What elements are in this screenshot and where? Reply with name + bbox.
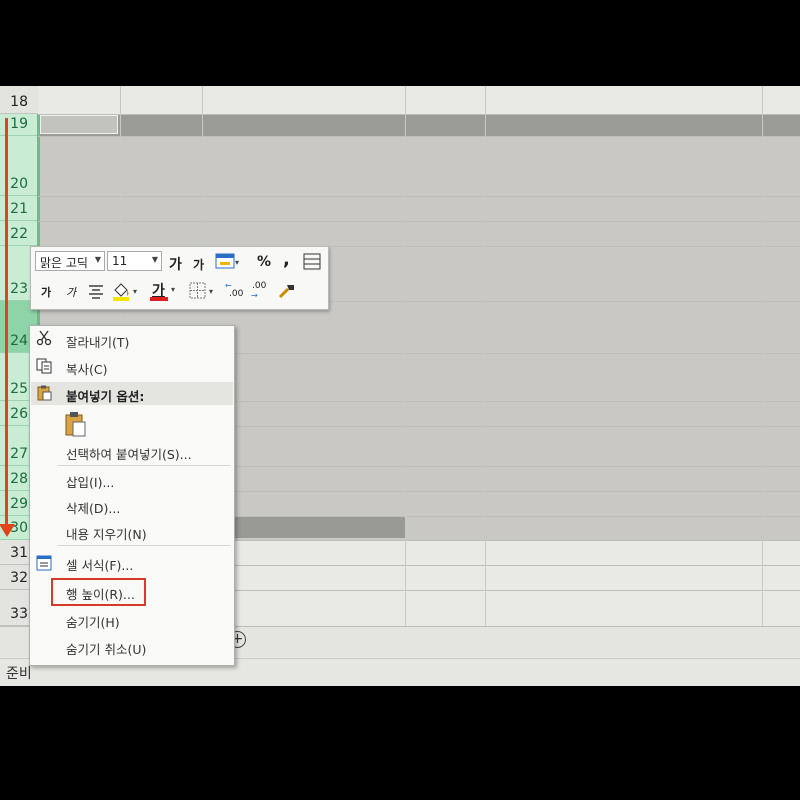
menu-item-copy[interactable]: 복사(C): [66, 359, 107, 378]
row-19-band: [38, 114, 800, 136]
row-number: 26: [10, 406, 28, 422]
format-cells-icon: [36, 555, 52, 571]
row-number: 29: [10, 496, 28, 512]
borders-icon[interactable]: ▾: [189, 282, 219, 300]
gridline: [38, 196, 800, 197]
decimal-label: .00: [229, 289, 244, 299]
row-number: 33: [10, 606, 28, 622]
scissors-icon: [36, 330, 52, 346]
svg-text:▾: ▾: [133, 287, 137, 296]
merge-cells-icon[interactable]: [303, 253, 321, 270]
font-name-value: 맑은 고딕: [40, 256, 88, 270]
grow-font-button[interactable]: 가: [169, 254, 182, 274]
menu-separator: [58, 465, 230, 466]
annotation-arrow-head: [0, 524, 15, 537]
font-name-select[interactable]: 맑은 고딕 ▼: [35, 251, 105, 271]
context-menu: 잘라내기(T) 복사(C) 붙여넣기 옵션: 선택하여 붙여넣기(S)... 삽…: [29, 325, 235, 666]
comma-style-button[interactable]: ,: [283, 249, 290, 270]
menu-item-paste-special[interactable]: 선택하여 붙여넣기(S)...: [66, 444, 192, 463]
font-color-button[interactable]: 가 ▾: [149, 280, 181, 302]
chevron-down-icon: ▾: [171, 285, 176, 294]
row-number: 22: [10, 226, 28, 242]
row-header-18[interactable]: 18: [0, 86, 38, 114]
font-color-swatch: [150, 297, 168, 301]
row-number: 19: [10, 116, 28, 132]
increase-decimal-button[interactable]: ← .00: [225, 281, 249, 303]
copy-icon: [36, 358, 52, 374]
decimal-label: .00: [252, 281, 267, 291]
menu-item-format-cells[interactable]: 셀 서식(F)...: [66, 555, 133, 574]
gridline: [38, 136, 800, 137]
shrink-font-button[interactable]: 가: [193, 256, 204, 273]
gridline: [38, 221, 800, 222]
row-number: 32: [10, 570, 28, 586]
italic-button[interactable]: 가: [66, 284, 76, 300]
svg-text:▾: ▾: [235, 258, 239, 267]
bold-button[interactable]: 가: [41, 284, 51, 300]
status-text: 준비: [6, 666, 32, 682]
menu-item-unhide[interactable]: 숨기기 취소(U): [66, 639, 146, 658]
row-number: 21: [10, 201, 28, 217]
row-number: 27: [10, 446, 28, 462]
menu-separator: [58, 545, 230, 546]
gridline: [405, 86, 406, 626]
chevron-down-icon: ▼: [94, 255, 101, 264]
menu-item-delete[interactable]: 삭제(D)...: [66, 498, 120, 517]
svg-text:▾: ▾: [209, 287, 213, 296]
chevron-down-icon: ▼: [151, 255, 158, 264]
font-size-select[interactable]: 11 ▼: [107, 251, 162, 271]
row-number: 18: [10, 94, 28, 110]
menu-paste-options-label: 붙여넣기 옵션:: [66, 389, 145, 404]
highlight-box: [51, 578, 146, 606]
gridline: [762, 86, 763, 626]
right-arrow-icon: →: [251, 291, 258, 300]
gridline: [485, 86, 486, 626]
percent-style-button[interactable]: %: [257, 254, 271, 270]
align-center-icon[interactable]: [87, 283, 105, 299]
gridline: [38, 114, 800, 115]
row-number: 23: [10, 281, 28, 297]
format-painter-icon[interactable]: [277, 282, 297, 300]
menu-item-cut[interactable]: 잘라내기(T): [66, 332, 129, 351]
mini-toolbar: 맑은 고딕 ▼ 11 ▼ 가 가 ▾ % , 가 가 ▾ 가 ▾ ▾ ← .00…: [30, 246, 329, 310]
paste-option-clipboard-icon[interactable]: [64, 411, 88, 437]
row-number: 25: [10, 381, 28, 397]
table-style-icon[interactable]: ▾: [215, 253, 241, 271]
spreadsheet-window: 18 19 20 21 22 23 24 25 26 27 28 29 30 3…: [0, 86, 800, 686]
menu-item-hide[interactable]: 숨기기(H): [66, 612, 120, 631]
decrease-decimal-button[interactable]: .00 →: [251, 281, 275, 303]
paste-icon: [37, 385, 52, 401]
annotation-arrow: [5, 118, 8, 528]
menu-item-clear-contents[interactable]: 내용 지우기(N): [66, 524, 147, 543]
row-number: 28: [10, 471, 28, 487]
active-cell[interactable]: [40, 115, 118, 134]
row-number: 31: [10, 545, 28, 561]
row-number: 24: [10, 333, 28, 349]
menu-item-insert[interactable]: 삽입(I)...: [66, 472, 114, 491]
row-number: 20: [10, 176, 28, 192]
font-size-value: 11: [112, 254, 128, 268]
fill-color-icon[interactable]: ▾: [111, 280, 143, 302]
